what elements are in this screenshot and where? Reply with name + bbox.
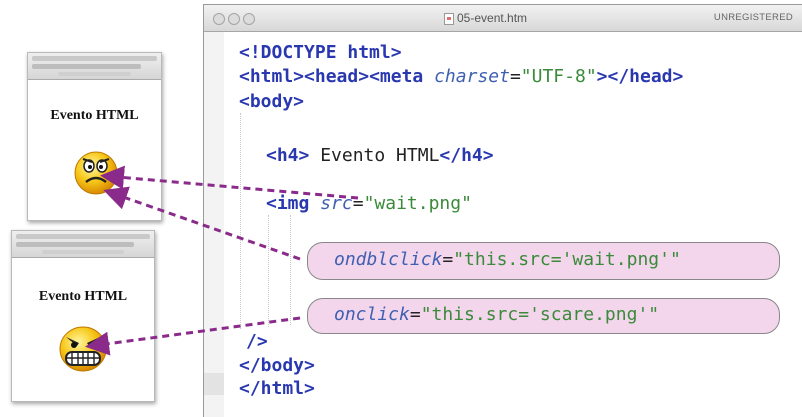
src-arrow: [100, 165, 359, 200]
onclick-arrow: [85, 316, 301, 356]
event-arrows: [85, 165, 359, 356]
ondblclick-arrow: [103, 186, 301, 261]
